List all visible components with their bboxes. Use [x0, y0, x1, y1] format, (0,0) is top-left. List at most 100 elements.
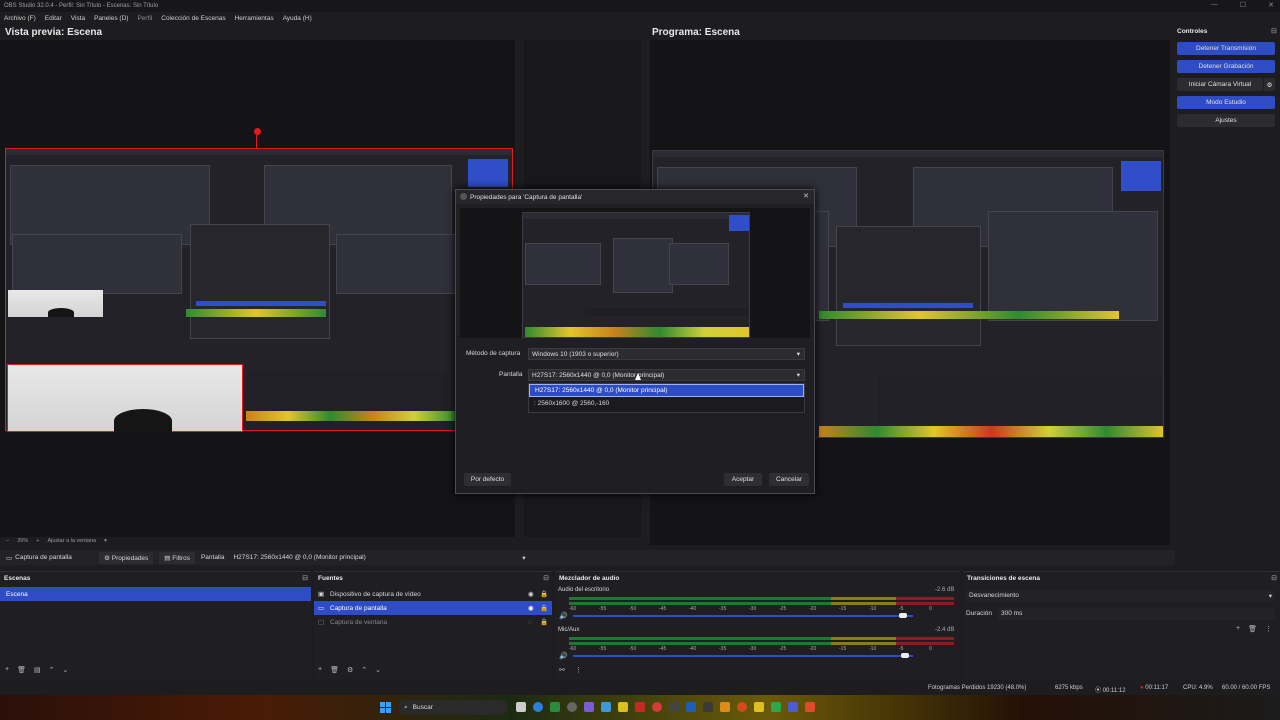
app-icon[interactable]: [618, 702, 628, 712]
dock-menu-icon[interactable]: ⊟: [1271, 574, 1277, 582]
menu-ayuda[interactable]: Ayuda (H): [283, 15, 312, 22]
close-icon[interactable]: ✕: [803, 192, 809, 200]
more-icon[interactable]: ⋮: [575, 666, 582, 674]
chevron-down-icon[interactable]: ▾: [104, 538, 107, 544]
source-item[interactable]: ▭ Captura de pantalla ◉ 🔒: [314, 601, 552, 615]
chevron-down-icon[interactable]: ⌄: [62, 666, 68, 674]
cpu-usage: CPU: 4.9%: [1183, 685, 1213, 691]
stop-record-button[interactable]: Detener Grabación: [1177, 60, 1275, 73]
defaults-button[interactable]: Por defecto: [464, 473, 511, 486]
filters-button[interactable]: ▤ Filtros: [159, 551, 195, 564]
volume-slider-handle[interactable]: [899, 613, 907, 618]
volume-slider-handle[interactable]: [901, 653, 909, 658]
app-icon[interactable]: [584, 702, 594, 712]
app-icon[interactable]: [686, 702, 696, 712]
app-icon[interactable]: [754, 702, 764, 712]
preview-webcam-small[interactable]: [8, 290, 103, 317]
windows-start-icon[interactable]: [380, 702, 391, 713]
volume-slider[interactable]: [573, 655, 913, 657]
zoom-out-icon[interactable]: −: [6, 538, 9, 544]
volume-meter: [569, 637, 954, 640]
dock-menu-icon[interactable]: ⊟: [302, 574, 308, 582]
trash-icon[interactable]: 🗑: [17, 666, 26, 674]
dialog-titlebar: Propiedades para 'Captura de pantalla': [456, 190, 814, 204]
meter-tick-label: -25: [779, 606, 787, 612]
app-icon[interactable]: [771, 702, 781, 712]
volume-slider[interactable]: [573, 615, 913, 617]
app-icon[interactable]: [669, 702, 679, 712]
maximize-icon[interactable]: ☐: [1240, 1, 1246, 9]
menu-perfil[interactable]: Perfil: [137, 15, 152, 22]
menu-vista[interactable]: Vista: [71, 15, 85, 22]
scene-item[interactable]: Escena: [0, 587, 311, 601]
filter-icon[interactable]: ▤: [34, 666, 41, 674]
menu-coleccion[interactable]: Colección de Escenas: [161, 15, 225, 22]
menu-editar[interactable]: Editar: [45, 15, 62, 22]
menu-archivo[interactable]: Archivo (F): [4, 15, 36, 22]
app-icon[interactable]: [601, 702, 611, 712]
cancel-button[interactable]: Cancelar: [769, 473, 809, 486]
studio-mode-button[interactable]: Modo Estudio: [1177, 96, 1275, 109]
chevron-up-icon[interactable]: ⌃: [49, 666, 55, 674]
chevron-up-icon[interactable]: ⌃: [361, 666, 367, 674]
source-item[interactable]: ▣ Dispositivo de captura de vídeo ◉ 🔒: [314, 587, 552, 601]
app-icon[interactable]: [635, 702, 645, 712]
add-icon[interactable]: +: [1236, 625, 1240, 633]
speaker-icon[interactable]: 🔊: [559, 652, 568, 660]
app-icon[interactable]: [737, 702, 747, 712]
display-option[interactable]: : 2560x1600 @ 2560,-160: [529, 397, 804, 410]
trash-icon[interactable]: 🗑: [1248, 625, 1257, 633]
stop-stream-button[interactable]: Detener Transmisión: [1177, 42, 1275, 55]
dock-menu-icon[interactable]: ⊟: [543, 574, 549, 582]
preview-webcam[interactable]: [7, 364, 243, 433]
display-select[interactable]: H27S17: 2560x1440 @ 0,0 (Monitor princip…: [230, 551, 529, 564]
link-icon[interactable]: ⚯: [559, 666, 565, 674]
add-icon[interactable]: +: [5, 666, 9, 674]
gear-icon[interactable]: ⚙: [347, 666, 353, 674]
taskbar-search[interactable]: ⌕ Buscar: [398, 700, 508, 715]
eye-icon[interactable]: ◉: [528, 590, 540, 598]
fit-window[interactable]: Ajustar a la ventana: [47, 538, 96, 544]
more-icon[interactable]: ⋮: [1265, 625, 1272, 633]
rec-time: ● 00:11:17: [1140, 685, 1168, 691]
app-icon[interactable]: [652, 702, 662, 712]
app-icon[interactable]: [788, 702, 798, 712]
meter-tick-label: -5: [899, 646, 904, 652]
virtual-cam-button[interactable]: Iniciar Cámara Virtual: [1177, 78, 1263, 91]
transition-select[interactable]: Desvanecimiento ▾: [966, 590, 1275, 602]
display-option[interactable]: H27S17: 2560x1440 @ 0,0 (Monitor princip…: [529, 384, 804, 397]
taskview-icon[interactable]: [516, 702, 526, 712]
app-icon[interactable]: [567, 702, 577, 712]
rotate-handle-knob[interactable]: [254, 128, 261, 135]
menu-paneles[interactable]: Paneles (D): [94, 15, 128, 22]
chevron-down-icon[interactable]: ⌄: [375, 666, 381, 674]
app-icon[interactable]: [805, 702, 815, 712]
program-title: Programa: Escena: [652, 27, 740, 38]
minimize-icon[interactable]: —: [1211, 1, 1218, 9]
ok-button[interactable]: Aceptar: [724, 473, 762, 486]
trash-icon[interactable]: 🗑: [330, 666, 339, 674]
app-icon[interactable]: [703, 702, 713, 712]
source-item[interactable]: ▢ Captura de ventana ◌ 🔒: [314, 615, 552, 629]
dock-menu-icon[interactable]: ⊟: [1271, 27, 1277, 35]
sources-title: Fuentes: [318, 575, 343, 582]
zoom-in-icon[interactable]: +: [36, 538, 39, 544]
eye-off-icon[interactable]: ◌: [528, 619, 540, 626]
app-icon[interactable]: [720, 702, 730, 712]
close-icon[interactable]: ✕: [1268, 1, 1274, 9]
gear-icon[interactable]: ⚙: [1264, 78, 1275, 91]
display-select[interactable]: H27S17: 2560x1440 @ 0,0 (Monitor princip…: [528, 369, 805, 381]
lock-icon[interactable]: 🔒: [540, 590, 552, 598]
lock-icon[interactable]: 🔒: [540, 618, 552, 626]
edge-icon[interactable]: [533, 702, 543, 712]
capture-method-select[interactable]: Windows 10 (1903 o superior) ▾: [528, 348, 805, 360]
app-icon[interactable]: [550, 702, 560, 712]
speaker-icon[interactable]: 🔊: [559, 612, 568, 620]
menu-herramientas[interactable]: Herramientas: [235, 15, 274, 22]
duration-input[interactable]: 300 ms: [998, 608, 1275, 620]
settings-button[interactable]: Ajustes: [1177, 114, 1275, 127]
properties-button[interactable]: ⚙ Propiedades: [99, 551, 154, 564]
lock-icon[interactable]: 🔒: [540, 604, 552, 612]
eye-icon[interactable]: ◉: [528, 604, 540, 612]
add-icon[interactable]: +: [318, 666, 322, 674]
